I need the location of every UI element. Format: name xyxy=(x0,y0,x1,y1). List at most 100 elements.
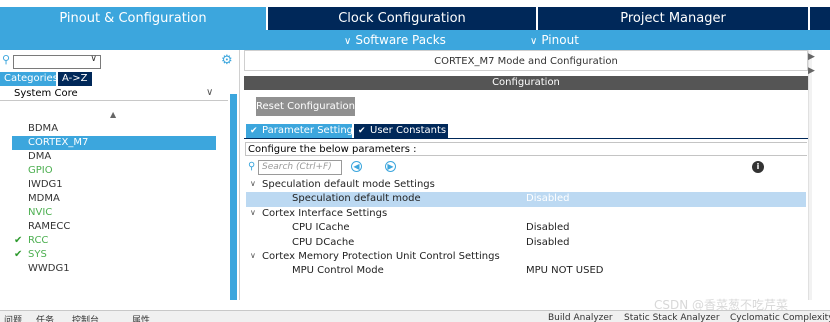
configuration-panel: CORTEX_M7 Mode and Configuration Configu… xyxy=(244,50,810,300)
configure-label: Configure the below parameters : xyxy=(245,142,807,156)
stm32cubemx-window: Pinout & Configuration Clock Configurati… xyxy=(0,0,830,322)
triangle-right-icon: ▶ xyxy=(808,52,815,62)
peripheral-item[interactable]: GPIO xyxy=(12,164,216,178)
chevron-down-icon[interactable]: ∨ xyxy=(250,251,256,260)
search-icon: ⚲ xyxy=(2,53,11,66)
peripheral-label: RAMECC xyxy=(28,221,71,232)
bottom-toolbar: 问题 任务 控制台 属性 Build Analyzer Static Stack… xyxy=(0,310,830,322)
previous-match-icon[interactable]: ◀ xyxy=(351,161,362,172)
parameter-row[interactable]: MPU Control Mode MPU NOT USED xyxy=(246,264,806,278)
peripheral-label: BDMA xyxy=(28,123,59,134)
parameter-group-row[interactable]: ∨ Speculation default mode Settings xyxy=(246,178,806,192)
peripheral-item[interactable]: NVIC xyxy=(12,206,216,220)
parameter-group-row[interactable]: ∨ Cortex Interface Settings xyxy=(246,207,806,221)
pinout-menu[interactable]: ∨ Pinout xyxy=(530,30,579,50)
chevron-down-icon: ∨ xyxy=(206,87,214,98)
tab-label: User Constants xyxy=(370,125,447,136)
peripheral-label: NVIC xyxy=(28,207,53,218)
peripheral-item[interactable]: BDMA xyxy=(12,122,216,136)
software-packs-label: Software Packs xyxy=(355,33,446,47)
group-name: Cortex Interface Settings xyxy=(262,207,388,219)
parameter-group-row[interactable]: ∨ Cortex Memory Protection Unit Control S… xyxy=(246,250,806,264)
tab-overflow[interactable] xyxy=(810,7,830,30)
peripheral-item[interactable]: ✔ RCC xyxy=(12,234,216,248)
chevron-down-icon[interactable]: ∨ xyxy=(90,54,97,64)
right-edge-scrollbar[interactable]: ▶ ▶ xyxy=(808,50,815,300)
parameter-value[interactable]: Disabled xyxy=(526,193,569,204)
tasks-tab[interactable]: 任务 xyxy=(36,313,54,322)
peripheral-item[interactable]: CORTEX_M7 xyxy=(12,136,216,150)
info-icon[interactable]: i xyxy=(752,161,764,173)
static-stack-analyzer-tab[interactable]: Static Stack Analyzer xyxy=(624,313,720,322)
peripheral-label: CORTEX_M7 xyxy=(28,137,89,148)
peripheral-label: WWDG1 xyxy=(28,263,70,274)
problems-tab[interactable]: 问题 xyxy=(4,313,22,322)
tab-categories[interactable]: Categories xyxy=(0,72,58,86)
mode-title: CORTEX_M7 Mode and Configuration xyxy=(244,50,808,71)
group-name: Cortex Memory Protection Unit Control Se… xyxy=(262,250,500,262)
parameter-name: CPU DCache xyxy=(292,236,355,248)
categories-panel: ⚲ ∨ ⚙ Categories A->Z System Core ∨ ▲ BD… xyxy=(0,50,240,300)
peripheral-label: GPIO xyxy=(28,165,53,176)
group-label: System Core xyxy=(14,88,78,99)
category-search-row: ⚲ ∨ ⚙ xyxy=(0,53,240,69)
console-tab[interactable]: 控制台 xyxy=(72,313,99,322)
top-tab-bar: Pinout & Configuration Clock Configurati… xyxy=(0,0,830,30)
tab-label: Parameter Settings xyxy=(262,125,359,136)
next-match-icon[interactable]: ▶ xyxy=(385,161,396,172)
tab-underline xyxy=(244,138,808,139)
chevron-down-icon[interactable]: ∨ xyxy=(250,179,256,188)
peripheral-item[interactable]: MDMA xyxy=(12,192,216,206)
peripheral-label: DMA xyxy=(28,151,52,162)
parameter-name: MPU Control Mode xyxy=(292,265,384,277)
peripheral-item[interactable]: IWDG1 xyxy=(12,178,216,192)
chevron-down-icon[interactable]: ∨ xyxy=(250,208,256,217)
peripheral-item[interactable]: RAMECC xyxy=(12,220,216,234)
configuration-header: Configuration xyxy=(244,76,808,90)
tab-clock-configuration[interactable]: Clock Configuration xyxy=(268,7,536,30)
tab-parameter-settings[interactable]: ✔ Parameter Settings xyxy=(246,124,358,138)
search-icon: ⚲ xyxy=(248,161,256,172)
scrollbar-thumb[interactable] xyxy=(230,94,237,300)
check-icon: ✔ xyxy=(14,235,23,246)
group-header-system-core[interactable]: System Core ∨ xyxy=(0,87,228,101)
properties-tab[interactable]: 属性 xyxy=(132,313,150,322)
peripheral-item[interactable]: ✔ SYS xyxy=(12,248,216,262)
tab-user-constants[interactable]: ✔ User Constants xyxy=(354,124,448,138)
parameter-row[interactable]: CPU DCache Disabled xyxy=(246,236,806,250)
sort-up-icon[interactable]: ▲ xyxy=(110,110,116,119)
tab-a-z[interactable]: A->Z xyxy=(58,72,92,86)
gear-icon[interactable]: ⚙ xyxy=(221,53,233,69)
parameter-search-input[interactable]: Search (Ctrl+F) xyxy=(258,160,342,175)
peripheral-label: RCC xyxy=(28,235,49,246)
reset-configuration-button[interactable]: Reset Configuration xyxy=(256,97,355,116)
group-name: Speculation default mode Settings xyxy=(262,179,435,190)
peripheral-item[interactable]: DMA xyxy=(12,150,216,164)
chevron-down-icon: ∨ xyxy=(344,36,352,47)
parameter-row[interactable]: Speculation default mode Disabled xyxy=(246,192,806,207)
cyclomatic-complexity-tab[interactable]: Cyclomatic Complexity xyxy=(730,313,830,322)
parameter-name: CPU ICache xyxy=(292,222,350,234)
pinout-label: Pinout xyxy=(541,33,579,47)
triangle-right-icon: ▶ xyxy=(808,66,815,76)
tab-pinout-configuration[interactable]: Pinout & Configuration xyxy=(0,7,266,30)
peripheral-label: SYS xyxy=(28,249,47,260)
parameter-name: Speculation default mode xyxy=(292,193,421,205)
peripheral-list: BDMA CORTEX_M7 DMA GPIO IWDG1 MDMA NVIC RAMECC ✔… xyxy=(12,122,216,276)
sub-menu-bar: ∨ Software Packs ∨ Pinout xyxy=(0,30,830,50)
build-analyzer-tab[interactable]: Build Analyzer xyxy=(548,313,613,322)
parameter-table: ∨ Speculation default mode Settings Specul… xyxy=(246,178,806,279)
check-circle-icon: ✔ xyxy=(250,126,258,136)
parameter-value[interactable]: MPU NOT USED xyxy=(526,265,603,276)
category-search-input[interactable]: ∨ xyxy=(13,54,101,69)
parameter-value[interactable]: Disabled xyxy=(526,222,569,233)
peripheral-item[interactable]: WWDG1 xyxy=(12,262,216,276)
software-packs-menu[interactable]: ∨ Software Packs xyxy=(344,30,446,50)
tab-project-manager[interactable]: Project Manager xyxy=(538,7,808,30)
parameter-row[interactable]: CPU ICache Disabled xyxy=(246,221,806,235)
category-scrollbar[interactable] xyxy=(230,94,237,300)
peripheral-label: MDMA xyxy=(28,193,60,204)
parameter-value[interactable]: Disabled xyxy=(526,237,569,248)
check-icon: ✔ xyxy=(14,249,23,260)
chevron-down-icon: ∨ xyxy=(530,36,538,47)
